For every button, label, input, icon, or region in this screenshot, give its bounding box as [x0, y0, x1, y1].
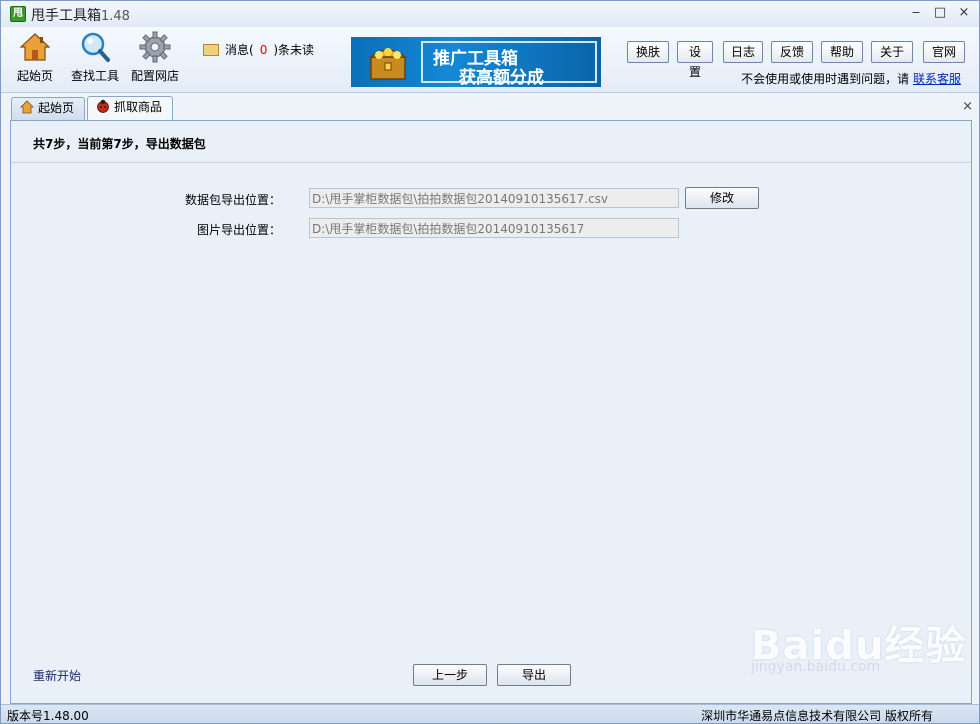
tab-home[interactable]: 起始页	[11, 97, 85, 120]
help-text: 不会使用或使用时遇到问题，请	[741, 72, 910, 86]
export-button[interactable]: 导出	[497, 664, 571, 686]
gear-icon	[139, 31, 171, 63]
status-bar: 版本号1.48.00 深圳市华通易点信息技术有限公司 版权所有	[1, 704, 979, 723]
contact-support-link[interactable]: 联系客服	[913, 72, 961, 86]
find-tools-button[interactable]: 查找工具	[69, 31, 121, 84]
main-toolbar: 起始页 查找工具 配置网店 消息(0)条未读 推广工具箱 获高额分成 换肤 …	[1, 27, 979, 93]
unread-count: 0	[259, 43, 268, 57]
divider	[11, 162, 971, 163]
minimize-button[interactable]: ‒	[907, 5, 925, 21]
house-icon	[19, 33, 51, 61]
ladybug-icon	[97, 99, 109, 113]
close-tab-button[interactable]: ×	[962, 99, 973, 114]
image-location-label: 图片导出位置：	[196, 223, 281, 237]
modify-button[interactable]: 修改	[685, 187, 759, 209]
maximize-button[interactable]: □	[931, 5, 949, 21]
datapack-location-label: 数据包导出位置：	[184, 193, 281, 207]
watermark-url: jingyan.baidu.com	[751, 659, 881, 675]
banner-text-box: 推广工具箱 获高额分成	[421, 41, 597, 87]
step-indicator: 共7步，当前第7步，导出数据包	[33, 137, 206, 151]
help-line: 不会使用或使用时遇到问题，请 联系客服	[741, 70, 961, 87]
skin-button[interactable]: 换肤	[627, 41, 669, 63]
app-version: 1.48	[101, 9, 130, 24]
datapack-location-field[interactable]	[309, 188, 679, 208]
find-tools-label: 查找工具	[70, 69, 119, 83]
website-button[interactable]: 官网	[923, 41, 965, 63]
tab-grab-products-label: 抓取商品	[114, 100, 163, 114]
envelope-icon	[203, 44, 219, 56]
promo-banner[interactable]: 推广工具箱 获高额分成	[351, 37, 601, 87]
copyright-text: 深圳市华通易点信息技术有限公司 版权所有	[701, 709, 933, 723]
tab-strip: 起始页 抓取商品	[1, 93, 979, 120]
app-title-text: 甩手工具箱	[31, 8, 101, 24]
config-shop-button[interactable]: 配置网店	[129, 31, 181, 84]
help-button[interactable]: 帮助	[821, 41, 863, 63]
previous-step-button[interactable]: 上一步	[413, 664, 487, 686]
app-window: 甩 甩手工具箱1.48 ‒ □ × 起始页 查找工具 配置网店 消息(0)条…	[0, 0, 980, 724]
home-icon	[20, 100, 34, 114]
close-window-button[interactable]: ×	[955, 5, 973, 21]
magnifier-icon	[81, 32, 110, 62]
app-title: 甩手工具箱1.48	[31, 5, 130, 25]
config-shop-label: 配置网店	[130, 69, 179, 83]
message-indicator[interactable]: 消息( 0 )条未读	[203, 41, 314, 58]
treasure-chest-icon	[368, 48, 408, 80]
baidu-watermark: Baidu经验 jingyan.baidu.com	[751, 613, 966, 675]
log-button[interactable]: 日志	[723, 41, 763, 63]
app-logo-icon: 甩	[10, 6, 26, 22]
banner-line-2: 获高额分成	[459, 68, 544, 87]
home-tool-label: 起始页	[16, 69, 53, 83]
message-suffix: )条未读	[273, 43, 315, 57]
home-tool-button[interactable]: 起始页	[15, 31, 55, 84]
title-bar: 甩 甩手工具箱1.48 ‒ □ ×	[1, 1, 979, 27]
restart-link[interactable]: 重新开始	[33, 667, 81, 684]
version-number: 版本号1.48.00	[7, 709, 89, 723]
about-button[interactable]: 关于	[871, 41, 913, 63]
settings-button[interactable]: 设置	[677, 41, 713, 79]
feedback-button[interactable]: 反馈	[771, 41, 813, 63]
tab-home-label: 起始页	[38, 101, 75, 115]
image-location-field[interactable]	[309, 218, 679, 238]
message-prefix: 消息(	[225, 43, 254, 57]
tab-grab-products[interactable]: 抓取商品	[87, 96, 173, 120]
